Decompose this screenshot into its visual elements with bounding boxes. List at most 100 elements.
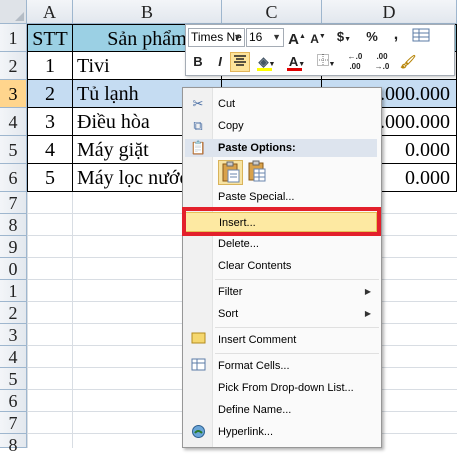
borders-button[interactable]: ▼ xyxy=(314,52,338,72)
currency-button[interactable]: $▼ xyxy=(334,27,354,47)
menu-item-label: Format Cells... xyxy=(218,360,290,372)
submenu-arrow-icon: ▶ xyxy=(364,309,371,318)
increase-decimal-button[interactable]: ←.0.00 xyxy=(343,52,367,72)
menu-item-label: Filter xyxy=(218,286,243,298)
comment-icon xyxy=(190,332,206,348)
menu-item-clear-contents[interactable]: Clear Contents xyxy=(185,256,377,276)
row-header-6[interactable]: 6 xyxy=(0,164,27,192)
menu-item-label: Clear Contents xyxy=(218,260,292,272)
column-header-a[interactable]: A xyxy=(27,0,73,24)
grid-line xyxy=(72,192,73,448)
menu-item-cut[interactable]: ✂ Cut xyxy=(185,94,377,114)
hyperlink-icon xyxy=(190,424,206,440)
paint-bucket-icon: ◈ xyxy=(258,54,269,69)
row-header-4[interactable]: 4 xyxy=(0,108,27,136)
chevron-down-icon: ▼ xyxy=(272,32,281,42)
menu-item-label: Define Name... xyxy=(218,404,292,416)
submenu-arrow-icon: ▶ xyxy=(364,287,371,296)
menu-item-delete[interactable]: Delete... xyxy=(185,234,377,254)
font-color-icon: A xyxy=(288,54,299,69)
menu-item-label: Cut xyxy=(218,98,236,110)
menu-separator xyxy=(215,279,379,280)
mini-toolbar: Times Ne ▼ 16 ▼ A▲ A▼ $▼ % , B I ◈▼ A▼ ▼… xyxy=(185,24,455,76)
paste-icon: 📋 xyxy=(190,140,207,155)
row-header-2[interactable]: 2 xyxy=(0,52,27,80)
row-header-18[interactable]: 8 xyxy=(0,434,27,455)
font-color-button[interactable]: A▼ xyxy=(284,52,310,72)
comma-style-button[interactable]: , xyxy=(386,25,406,45)
row-header-15[interactable]: 5 xyxy=(0,368,27,390)
align-center-button[interactable] xyxy=(230,52,250,72)
row-header-3[interactable]: 3 xyxy=(0,80,27,108)
format-cells-icon xyxy=(190,358,206,374)
decrease-decimal-button[interactable]: .00 →.0 xyxy=(370,52,394,72)
menu-item-label: Delete... xyxy=(218,238,259,250)
menu-item-label: Sort xyxy=(218,308,239,320)
row-header-12[interactable]: 2 xyxy=(0,302,27,324)
menu-item-label: Insert Comment xyxy=(218,334,297,346)
menu-item-hyperlink[interactable]: Hyperlink... xyxy=(185,422,377,442)
font-name-combo[interactable]: Times Ne ▼ xyxy=(188,28,245,47)
menu-item-label: Copy xyxy=(218,120,244,132)
chevron-down-icon: ▼ xyxy=(233,32,242,42)
font-size-value: 16 xyxy=(249,30,263,44)
cell-a5[interactable]: 4 xyxy=(27,136,73,164)
menu-separator xyxy=(215,353,379,354)
cell-a3[interactable]: 2 xyxy=(27,80,73,108)
menu-item-pick-from-list[interactable]: Pick From Drop-down List... xyxy=(185,378,377,398)
cell-a2[interactable]: 1 xyxy=(27,52,73,80)
cell-a6[interactable]: 5 xyxy=(27,164,73,192)
paste-values-icon xyxy=(248,160,266,182)
paintbrush-icon: 🖌 xyxy=(399,54,417,69)
cell-a4[interactable]: 3 xyxy=(27,108,73,136)
format-painter-button[interactable]: 🖌 xyxy=(398,52,418,72)
row-header-17[interactable]: 7 xyxy=(0,412,27,434)
menu-item-insert-comment[interactable]: Insert Comment xyxy=(185,330,377,350)
font-size-combo[interactable]: 16 ▼ xyxy=(246,28,284,47)
row-header-8[interactable]: 8 xyxy=(0,214,27,236)
scissors-icon: ✂ xyxy=(192,96,204,111)
menu-item-copy[interactable]: ⧉ Copy xyxy=(185,116,377,136)
row-header-14[interactable]: 4 xyxy=(0,346,27,368)
row-header-11[interactable]: 1 xyxy=(0,280,27,302)
insert-highlight-box xyxy=(182,207,381,236)
shrink-font-icon: A xyxy=(310,32,319,46)
borders-icon xyxy=(316,54,329,66)
paste-option-keep-formatting[interactable] xyxy=(218,160,243,185)
row-header-16[interactable]: 6 xyxy=(0,390,27,412)
menu-item-filter[interactable]: Filter ▶ xyxy=(185,282,377,302)
paste-clipboard-icon xyxy=(222,161,240,183)
bold-button[interactable]: B xyxy=(188,52,208,72)
column-header-c[interactable]: C xyxy=(222,0,322,24)
copy-icon: ⧉ xyxy=(193,118,203,133)
align-center-icon xyxy=(234,55,246,66)
shrink-font-button[interactable]: A▼ xyxy=(308,27,328,47)
column-header-d[interactable]: D xyxy=(322,0,457,24)
menu-item-define-name[interactable]: Define Name... xyxy=(185,400,377,420)
format-painter-table-icon[interactable] xyxy=(410,28,432,48)
row-header-10[interactable]: 0 xyxy=(0,258,27,280)
grow-font-button[interactable]: A▲ xyxy=(287,27,307,48)
menu-item-label: Hyperlink... xyxy=(218,426,274,438)
context-menu: ✂ Cut ⧉ Copy 📋 Paste Options: Paste Spec… xyxy=(182,87,382,448)
menu-item-paste-special[interactable]: Paste Special... xyxy=(185,187,377,207)
row-header-1[interactable]: 1 xyxy=(0,24,27,52)
fill-color-button[interactable]: ◈▼ xyxy=(254,52,280,72)
paste-options-header: 📋 Paste Options: xyxy=(185,139,377,157)
column-header-b[interactable]: B xyxy=(73,0,222,24)
increase-decimal-icon: ←.0.00 xyxy=(347,52,363,71)
row-header-7[interactable]: 7 xyxy=(0,192,27,214)
menu-item-format-cells[interactable]: Format Cells... xyxy=(185,356,377,376)
percent-button[interactable]: % xyxy=(362,27,382,47)
paste-option-values[interactable] xyxy=(245,160,270,185)
decrease-decimal-icon: .00 →.0 xyxy=(374,52,390,71)
select-all-corner[interactable] xyxy=(0,0,27,24)
grow-font-icon: A xyxy=(288,31,299,48)
menu-item-label: Pick From Drop-down List... xyxy=(218,382,354,394)
cell-a1[interactable]: STT xyxy=(27,24,73,52)
row-header-13[interactable]: 3 xyxy=(0,324,27,346)
row-header-5[interactable]: 5 xyxy=(0,136,27,164)
row-header-9[interactable]: 9 xyxy=(0,236,27,258)
italic-button[interactable]: I xyxy=(210,52,230,72)
menu-item-sort[interactable]: Sort ▶ xyxy=(185,304,377,324)
